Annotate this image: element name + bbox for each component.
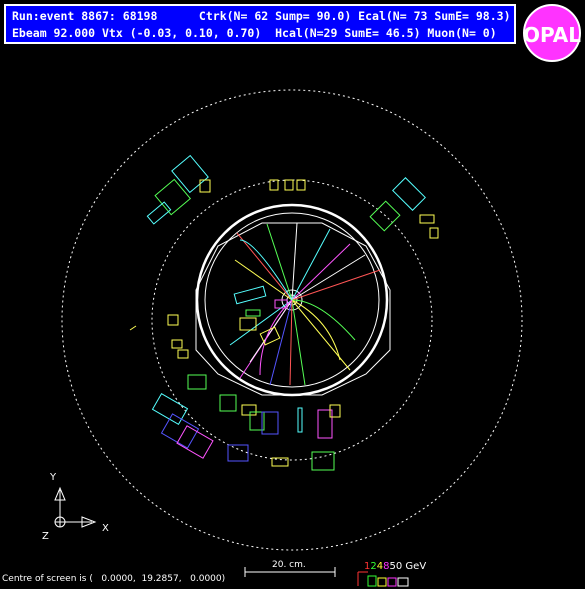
track (289, 299, 293, 386)
axis-indicator (54, 486, 97, 528)
tracks (229, 222, 381, 386)
track (266, 223, 293, 301)
ecal-block (187, 374, 207, 390)
y-axis-label: Y (49, 472, 57, 483)
screen-centre-readout: Centre of screen is ( 0.0000, 19.2857, 0… (2, 574, 226, 584)
track (229, 299, 293, 346)
track (291, 254, 366, 301)
energy-legend-item: 50 (389, 561, 403, 572)
event-display: OPAL Y X Z (42, 4, 581, 587)
ecal-block (219, 394, 237, 412)
track (291, 222, 298, 301)
opal-logo: OPAL (523, 4, 581, 62)
hcal-block (171, 154, 209, 194)
ecal-block (284, 179, 294, 191)
z-axis-label: Z (42, 531, 49, 542)
energy-scale-bars (357, 571, 409, 587)
ecal-block (177, 349, 189, 359)
hcal-block (392, 177, 426, 211)
ecal-block (167, 314, 179, 326)
ecal-block (429, 227, 439, 239)
scale-label: 20. cm. (272, 560, 306, 570)
x-axis-label: X (102, 523, 109, 534)
ecal-block (171, 339, 183, 349)
hcal-block (297, 407, 303, 433)
hcal-block (146, 201, 172, 225)
ecal-block (154, 178, 192, 216)
ecal-block (296, 179, 306, 191)
cluster (245, 309, 261, 317)
logo-text: OPAL (523, 23, 581, 47)
hcal-block (227, 444, 249, 462)
muon-hit (129, 325, 137, 331)
ecal-block (419, 214, 435, 224)
ecal-block (241, 404, 257, 416)
energy-legend: 124850 GeV (364, 561, 426, 572)
cluster (233, 285, 267, 305)
hcal-block (176, 425, 214, 459)
ecal-block (199, 179, 211, 193)
track (249, 299, 293, 363)
energy-legend-item: GeV (402, 561, 427, 572)
track (291, 243, 351, 301)
track (269, 299, 293, 386)
hcal-block (160, 413, 200, 449)
